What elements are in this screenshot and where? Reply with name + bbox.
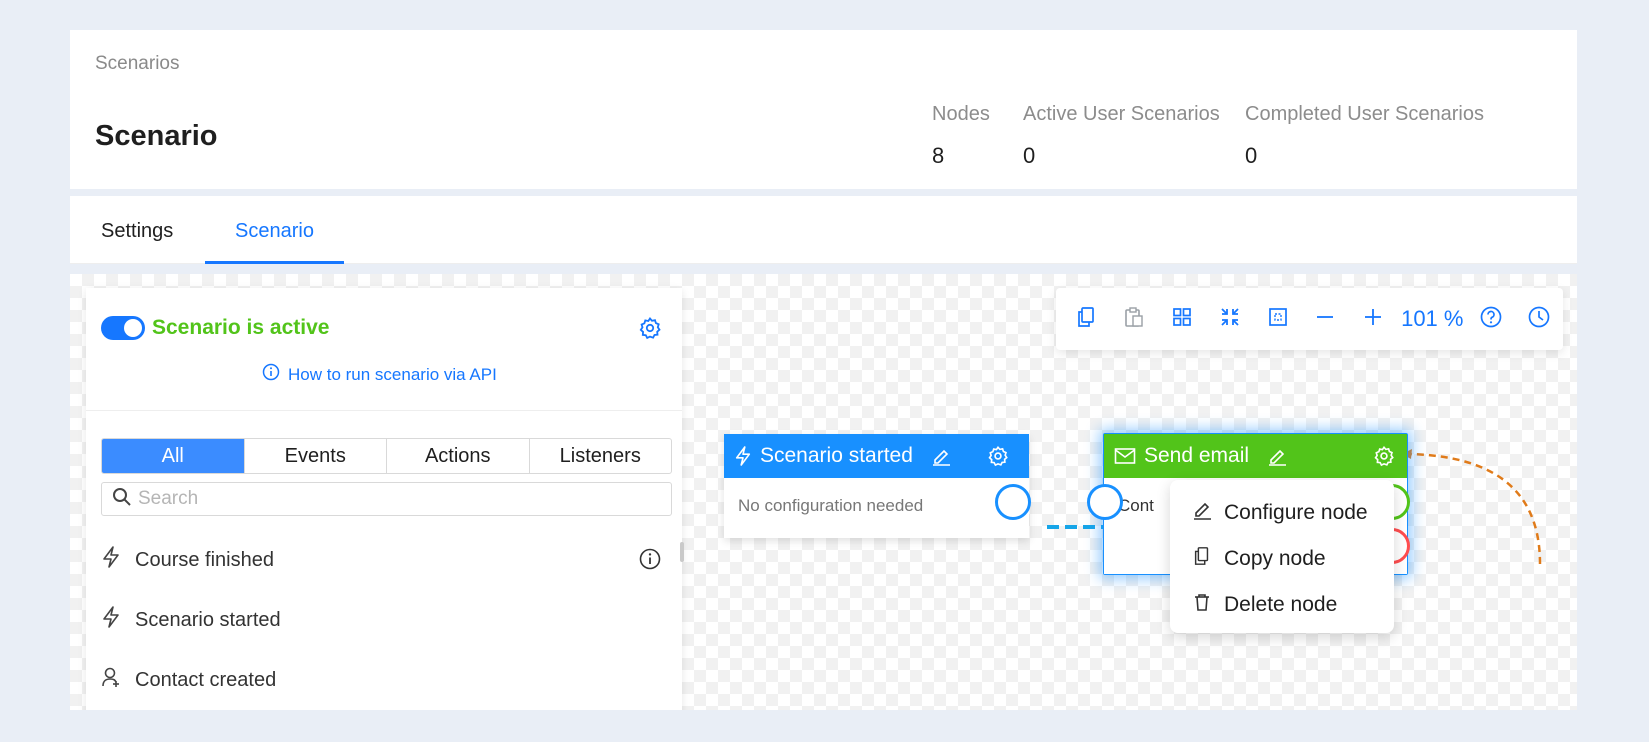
edit-icon[interactable]: [931, 446, 951, 466]
node-title: Send email: [1144, 444, 1250, 467]
input-port[interactable]: [1087, 484, 1123, 520]
copy-node-menu-item[interactable]: Copy node: [1170, 536, 1394, 582]
node-context-menu: Configure node Copy node Delete node: [1170, 480, 1394, 633]
delete-node-menu-item[interactable]: Delete node: [1170, 582, 1394, 628]
lightning-icon: [734, 445, 752, 467]
stat-label: Active User Scenarios: [1023, 103, 1220, 125]
node-header: Scenario started: [724, 434, 1029, 478]
trash-icon: [1192, 592, 1212, 618]
menu-item-label: Configure node: [1224, 501, 1368, 524]
stat-value: 0: [1023, 143, 1036, 168]
menu-item-label: Delete node: [1224, 593, 1338, 616]
output-port[interactable]: [995, 484, 1031, 520]
stat-value: 0: [1245, 143, 1258, 168]
stat-label: Completed User Scenarios: [1245, 103, 1484, 125]
incoming-connector: [1407, 452, 1542, 565]
tab-settings[interactable]: Settings: [101, 220, 173, 243]
scenario-header: Scenarios Scenario Nodes 8 Active User S…: [70, 30, 1577, 189]
page-title: Scenario: [95, 120, 218, 152]
copy-icon: [1192, 546, 1212, 572]
gear-icon[interactable]: [987, 445, 1009, 467]
edit-icon[interactable]: [1267, 446, 1287, 466]
menu-item-label: Copy node: [1224, 547, 1326, 570]
stat-label: Nodes: [932, 103, 990, 125]
gear-icon[interactable]: [1373, 445, 1395, 467]
stat-completed-user-scenarios: Completed User Scenarios 0: [1245, 103, 1484, 169]
configure-node-menu-item[interactable]: Configure node: [1170, 490, 1394, 536]
stat-value: 8: [932, 143, 945, 168]
node-header: Send email: [1104, 434, 1407, 478]
stat-nodes: Nodes 8: [932, 103, 990, 169]
stat-active-user-scenarios: Active User Scenarios 0: [1023, 103, 1220, 169]
node-title: Scenario started: [760, 444, 913, 467]
scenario-canvas[interactable]: Scenario is active How to run scenario v…: [70, 274, 1577, 710]
breadcrumb[interactable]: Scenarios: [95, 53, 180, 75]
edit-icon: [1192, 500, 1212, 526]
active-tab-indicator: [205, 261, 344, 264]
tabs-bar: Settings Scenario: [70, 196, 1577, 264]
node-scenario-started[interactable]: Scenario started No configuration needed: [724, 434, 1029, 538]
tab-scenario[interactable]: Scenario: [235, 220, 314, 243]
mail-icon: [1114, 447, 1136, 465]
node-body: No configuration needed: [724, 478, 1029, 538]
